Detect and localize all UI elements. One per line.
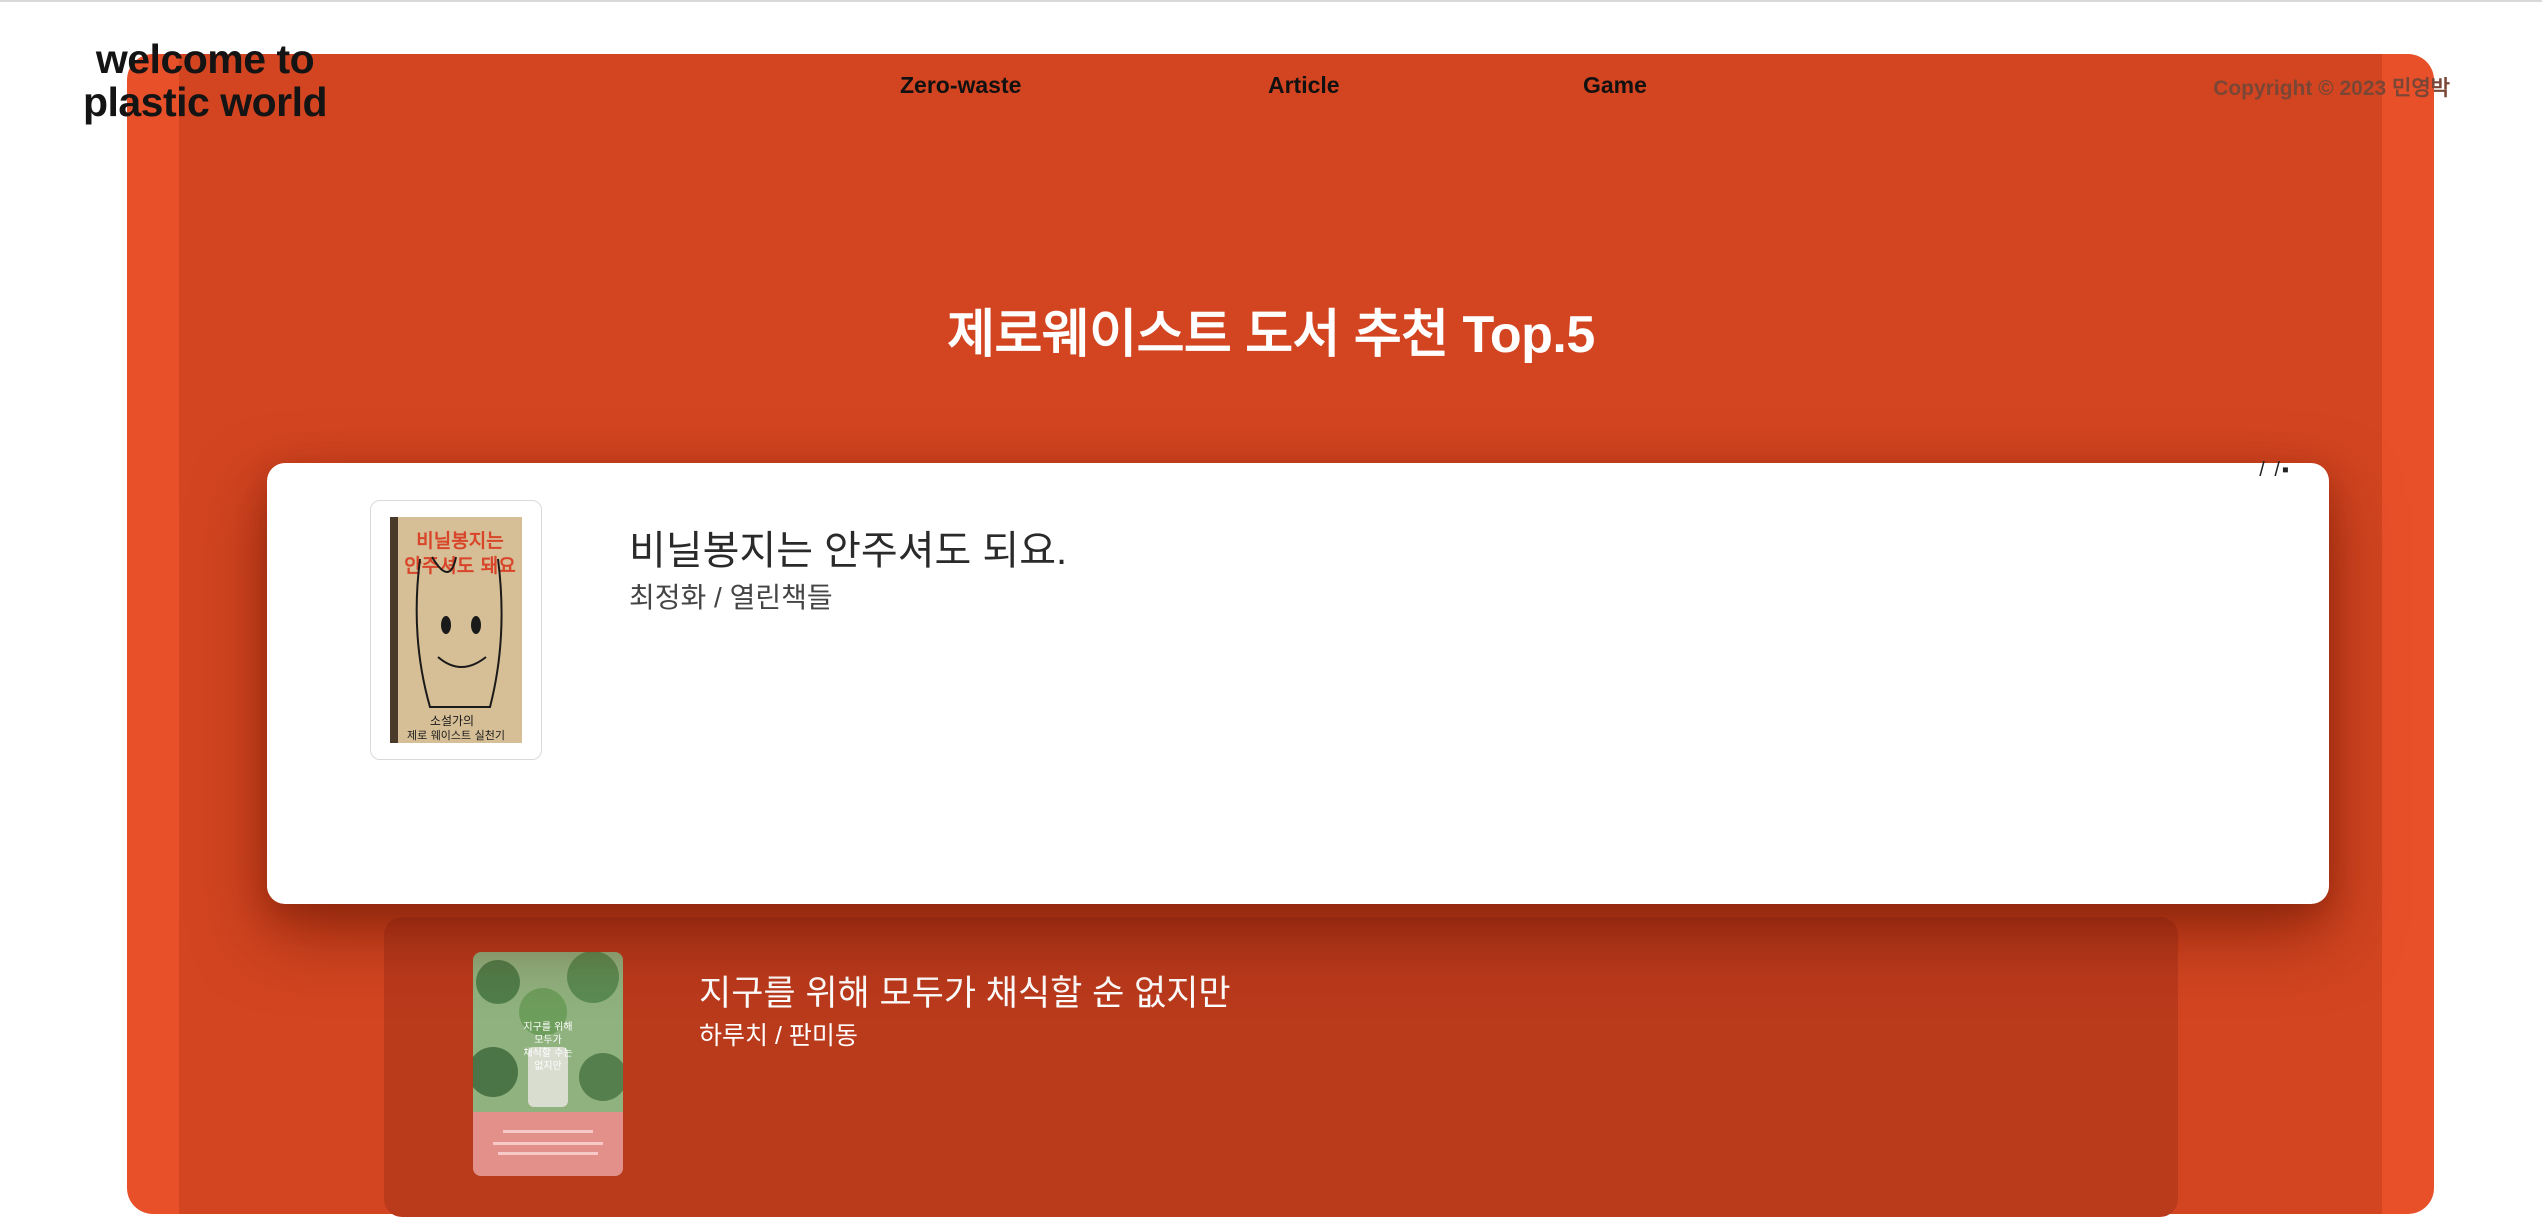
card-corner-mark: / /▪ bbox=[2259, 459, 2291, 481]
top-border bbox=[0, 0, 2542, 2]
copyright-text: Copyright © 2023 민영박 bbox=[2213, 77, 2450, 100]
svg-text:모두가: 모두가 bbox=[534, 1034, 562, 1046]
book-card-1[interactable]: / /▪ 비닐봉지는 안주셔도 돼요 소설가의 제로 웨이스트 실천기 비닐봉지… bbox=[267, 459, 2329, 904]
book-cover-2-image: 지구를 위해 모두가 채식할 수는 없지만 bbox=[473, 952, 623, 1176]
svg-text:채식할 수는: 채식할 수는 bbox=[523, 1047, 572, 1059]
svg-text:제로 웨이스트 실천기: 제로 웨이스트 실천기 bbox=[407, 728, 505, 742]
svg-text:지구를 위해: 지구를 위해 bbox=[523, 1020, 572, 1033]
book-author-2: 하루치 / 판미동 bbox=[699, 1022, 858, 1050]
book-title-2[interactable]: 지구를 위해 모두가 채식할 순 없지만 bbox=[699, 965, 1231, 1016]
svg-text:없지만: 없지만 bbox=[534, 1059, 562, 1072]
book-card-2[interactable]: 지구를 위해 모두가 채식할 수는 없지만 지구를 위해 모두가 채식할 순 없… bbox=[384, 917, 2178, 1217]
nav-zero-waste[interactable]: Zero-waste bbox=[900, 72, 1021, 99]
nav-game[interactable]: Game bbox=[1583, 72, 1647, 99]
svg-text:소설가의: 소설가의 bbox=[430, 714, 474, 728]
book-author-1: 최정화 / 열린책들 bbox=[629, 582, 833, 613]
site-logo[interactable]: welcome to plastic world bbox=[70, 38, 340, 124]
book-cover-1-image: 비닐봉지는 안주셔도 돼요 소설가의 제로 웨이스트 실천기 bbox=[390, 517, 522, 743]
nav-article[interactable]: Article bbox=[1268, 72, 1340, 99]
book-cover-1: 비닐봉지는 안주셔도 돼요 소설가의 제로 웨이스트 실천기 bbox=[370, 500, 542, 760]
svg-text:비닐봉지는: 비닐봉지는 bbox=[416, 530, 503, 552]
book-title-1[interactable]: 비닐봉지는 안주셔도 되요. bbox=[629, 518, 1067, 576]
section-title: 제로웨이스트 도서 추천 Top.5 bbox=[947, 306, 1595, 364]
book-cover-2: 지구를 위해 모두가 채식할 수는 없지만 bbox=[473, 952, 623, 1176]
